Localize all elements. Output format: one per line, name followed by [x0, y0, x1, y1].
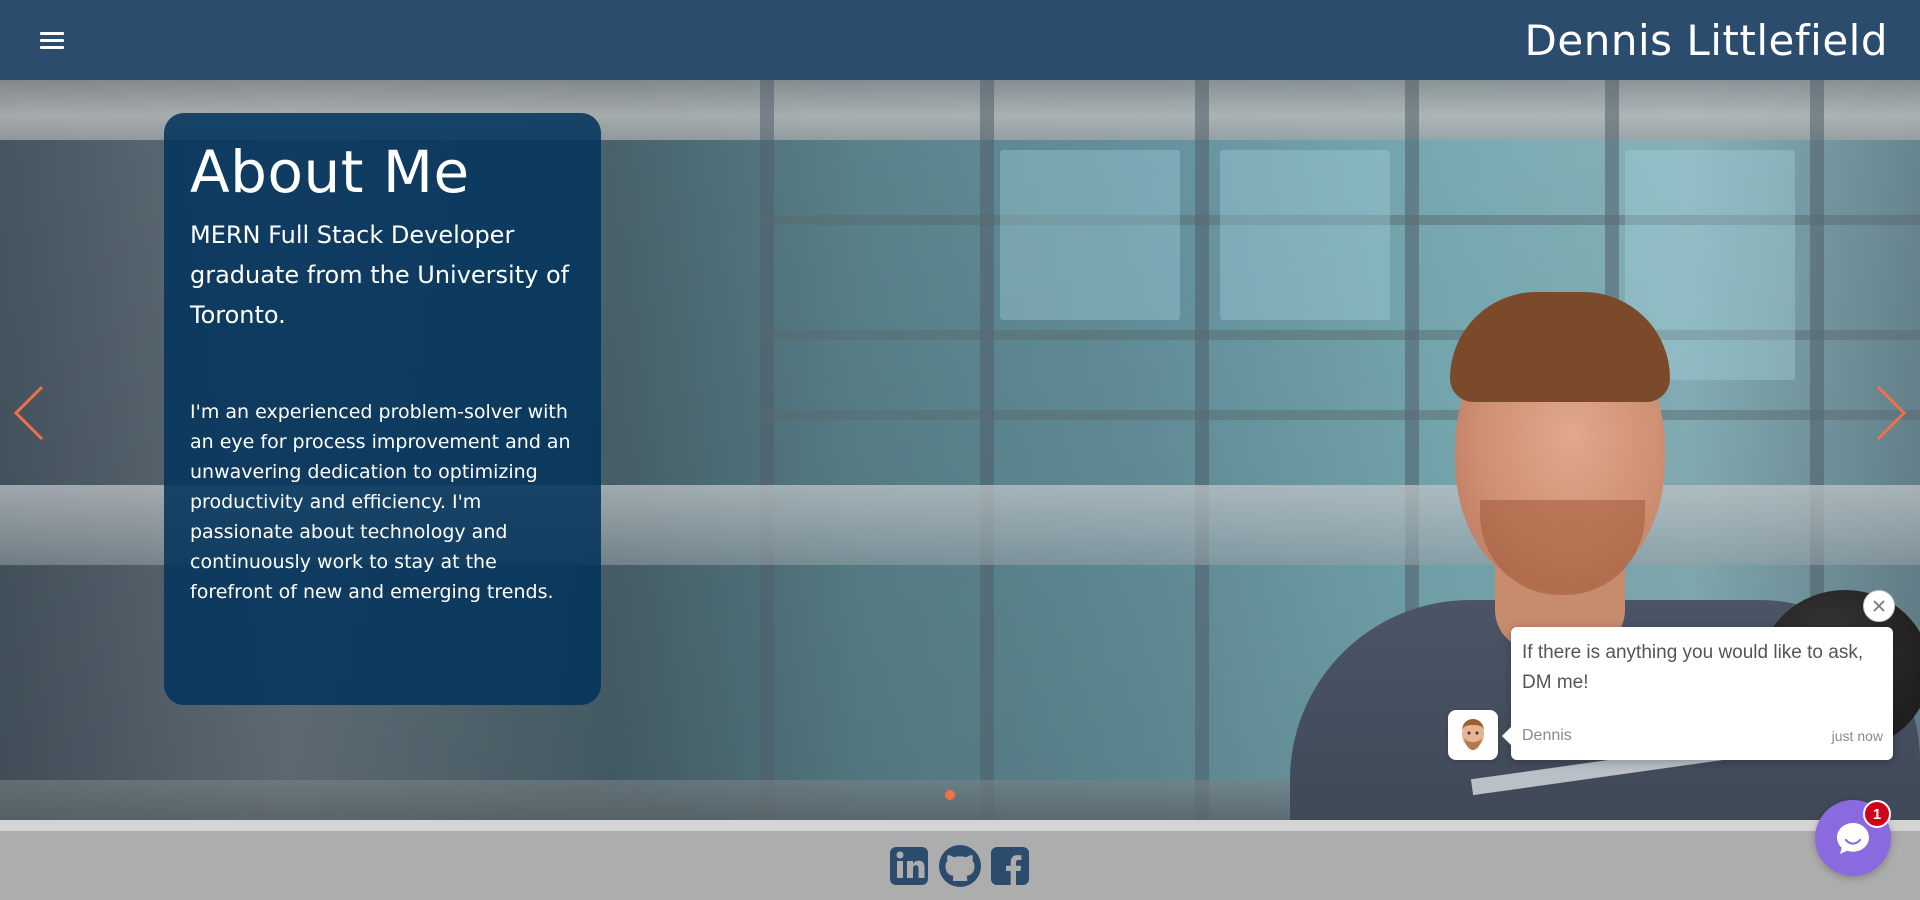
hamburger-menu-icon[interactable] [40, 26, 68, 54]
linkedin-icon[interactable] [888, 844, 932, 888]
chat-popup[interactable]: If there is anything you would like to a… [1502, 627, 1893, 760]
about-subtitle: MERN Full Stack Developer graduate from … [190, 221, 570, 329]
site-header: Dennis Littlefield [0, 0, 1920, 80]
chevron-right-icon[interactable] [1874, 385, 1908, 441]
site-title: Dennis Littlefield [1524, 15, 1888, 65]
about-body: I'm an experienced problem-solver with a… [190, 401, 571, 603]
site-footer [0, 820, 1920, 900]
chat-close-button[interactable] [1863, 590, 1895, 622]
facebook-icon[interactable] [988, 844, 1032, 888]
chat-meta: Dennis just now [1522, 727, 1883, 745]
chat-author: Dennis [1522, 727, 1572, 744]
chat-timestamp: just now [1831, 728, 1883, 744]
about-card: About Me MERN Full Stack Developer gradu… [164, 113, 601, 705]
chevron-left-icon[interactable] [12, 385, 46, 441]
about-title: About Me [190, 138, 470, 206]
avatar [1448, 710, 1498, 760]
chat-message: If there is anything you would like to a… [1522, 642, 1864, 693]
unread-badge: 1 [1863, 800, 1891, 828]
carousel-indicator-active[interactable] [945, 790, 955, 800]
github-icon[interactable] [938, 844, 982, 888]
